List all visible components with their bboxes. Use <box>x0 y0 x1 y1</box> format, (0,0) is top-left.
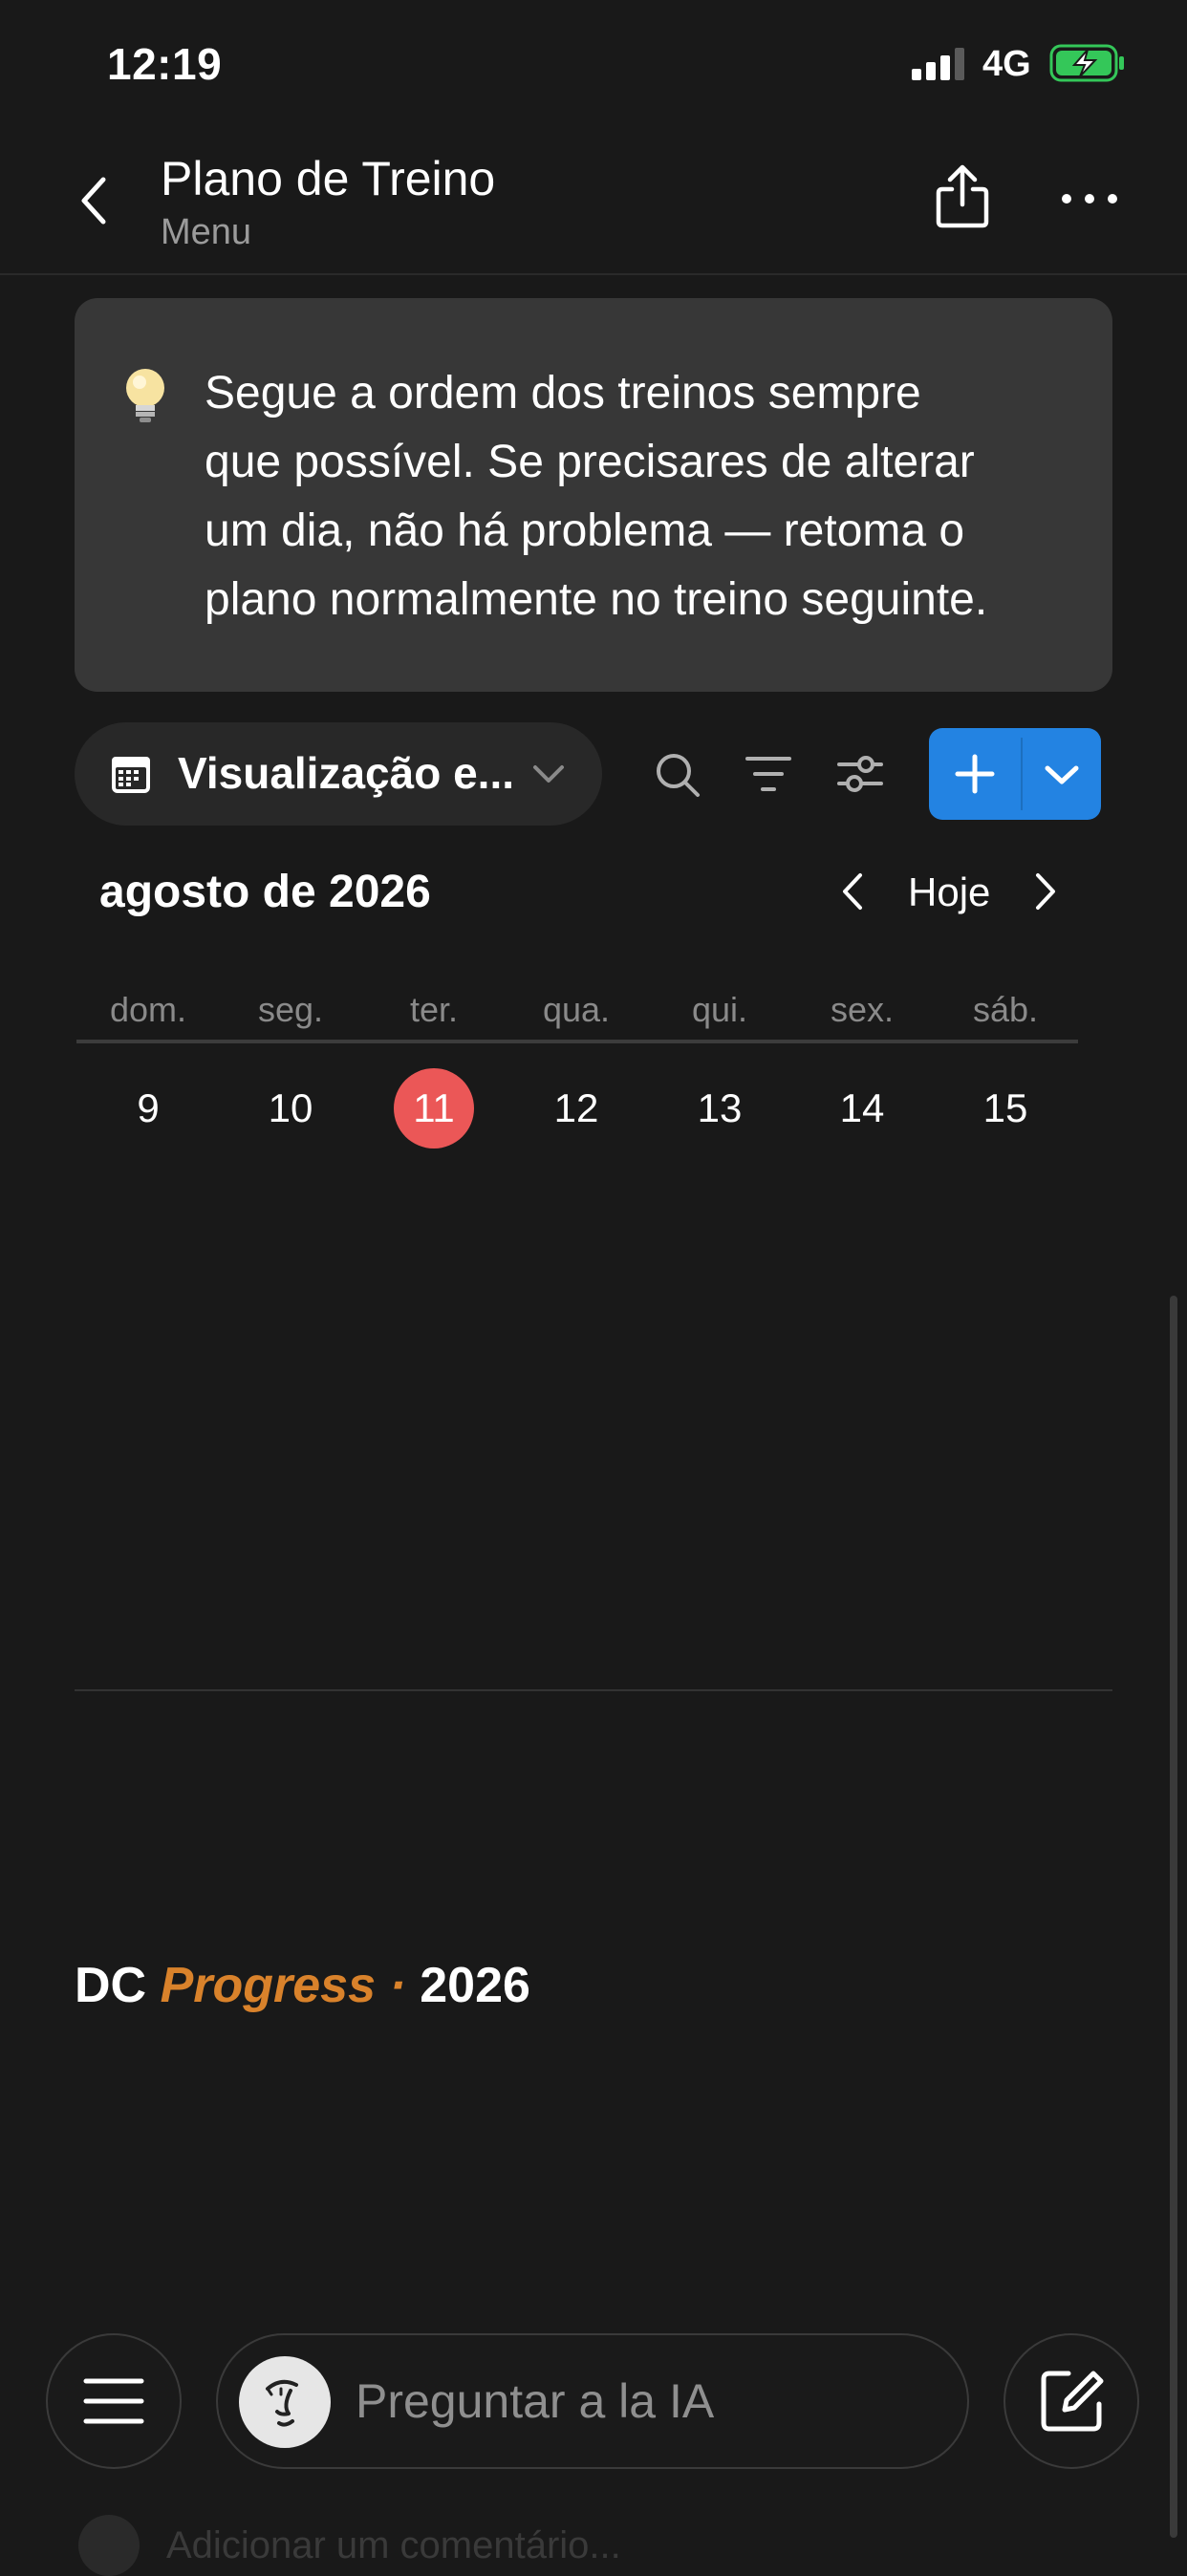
chevron-down-icon <box>1045 765 1079 784</box>
more-horizontal-icon <box>1062 194 1117 204</box>
content-divider <box>75 1689 1112 1691</box>
view-selector-label: Visualização e... <box>178 748 515 798</box>
signal-bars-icon <box>912 48 967 80</box>
calendar-day[interactable]: 15 <box>965 1068 1046 1148</box>
footer-separator: · <box>389 1958 406 2013</box>
callout-line: Segue a ordem dos treinos sempre <box>205 368 921 419</box>
weekday-divider <box>76 1040 1078 1043</box>
share-icon <box>936 164 989 228</box>
new-button[interactable] <box>929 728 1101 820</box>
month-title: agosto de 2026 <box>99 867 431 917</box>
lightbulb-icon <box>119 365 172 424</box>
chevron-left-icon <box>843 873 862 910</box>
calendar-day[interactable]: 10 <box>250 1068 331 1148</box>
calendar-icon <box>109 752 153 796</box>
plus-icon <box>955 754 995 794</box>
share-button[interactable] <box>933 162 992 229</box>
today-button[interactable]: Hoje <box>908 869 990 915</box>
callout-text: Segue a ordem dos treinos sempre que pos… <box>205 359 1065 634</box>
callout-line: plano normalmente no treino seguinte. <box>205 574 988 625</box>
page-title: Plano de Treino <box>161 152 496 205</box>
page-subtitle[interactable]: Menu <box>161 212 251 253</box>
battery-charging-icon <box>1049 44 1126 82</box>
compose-icon <box>1041 2371 1104 2432</box>
footer-prefix: DC <box>75 1958 147 2013</box>
sliders-icon <box>837 756 883 792</box>
ai-face-icon <box>239 2356 331 2448</box>
footer-year: 2026 <box>420 1958 530 2013</box>
compose-button[interactable] <box>1004 2333 1139 2469</box>
new-page-button[interactable] <box>929 728 1021 820</box>
previous-week-button[interactable] <box>837 869 870 913</box>
status-time: 12:19 <box>107 39 223 89</box>
menu-icon <box>83 2378 144 2424</box>
more-button[interactable] <box>1057 182 1122 216</box>
weekday-label: sáb. <box>972 990 1039 1029</box>
comment-input[interactable]: Adicionar um comentário... <box>166 2524 621 2567</box>
chevron-down-icon <box>531 762 566 785</box>
footer-accent: Progress <box>160 1958 377 2013</box>
search-icon <box>657 754 700 797</box>
callout-line: que possível. Se precisares de alterar <box>205 437 975 487</box>
weekday-label: ter. <box>409 990 459 1029</box>
avatar <box>78 2515 140 2576</box>
filter-button[interactable] <box>745 755 791 793</box>
calendar-day[interactable]: 12 <box>536 1068 616 1148</box>
calendar-day[interactable]: 9 <box>108 1068 188 1148</box>
weekday-label: qui. <box>691 990 748 1029</box>
settings-button[interactable] <box>837 753 883 795</box>
network-type: 4G <box>982 44 1031 84</box>
search-button[interactable] <box>654 751 701 799</box>
header-divider <box>0 273 1187 275</box>
weekday-label: sex. <box>830 990 895 1029</box>
filter-icon <box>745 757 791 791</box>
back-button[interactable] <box>67 170 124 231</box>
ask-ai-placeholder: Preguntar a la IA <box>356 2374 715 2428</box>
chevron-left-icon <box>81 177 106 225</box>
footer-brand-line: DC Progress · 2026 <box>75 1957 530 2014</box>
calendar-day[interactable]: 14 <box>822 1068 902 1148</box>
chevron-right-icon <box>1036 873 1055 910</box>
weekday-label: seg. <box>257 990 324 1029</box>
weekday-label: dom. <box>109 990 187 1029</box>
callout-line: um dia, não há problema — retoma o <box>205 505 965 556</box>
next-week-button[interactable] <box>1028 869 1061 913</box>
calendar-day-today[interactable]: 11 <box>394 1068 474 1148</box>
weekday-label: qua. <box>542 990 611 1029</box>
scrollbar[interactable] <box>1170 1296 1177 2538</box>
menu-button[interactable] <box>46 2333 182 2469</box>
calendar-day[interactable]: 13 <box>680 1068 760 1148</box>
new-dropdown-button[interactable] <box>1023 728 1101 820</box>
